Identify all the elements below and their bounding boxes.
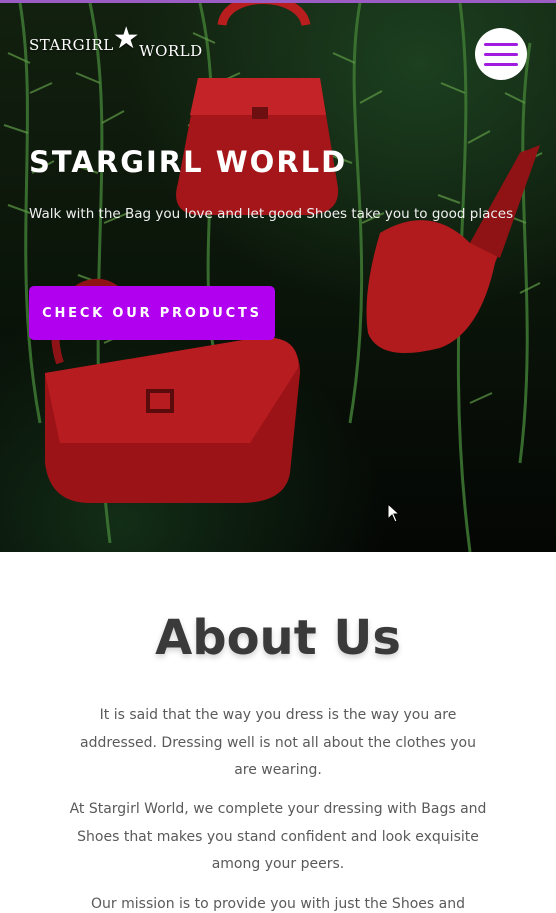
hero-section: STARGIRL ★ WORLD STARGIRL WORLD Walk wit… <box>0 3 556 552</box>
about-section: About Us It is said that the way you dre… <box>0 552 556 913</box>
about-title: About Us <box>155 610 401 666</box>
check-products-button[interactable]: CHECK OUR PRODUCTS <box>29 286 275 340</box>
mouse-cursor-icon <box>387 503 401 523</box>
hamburger-icon-line <box>484 52 518 56</box>
hero-background-image <box>3 3 543 552</box>
about-paragraph: At Stargirl World, we complete your dres… <box>69 801 487 872</box>
hamburger-icon <box>484 42 518 46</box>
brand-logo-text-left: STARGIRL <box>29 35 114 54</box>
hamburger-menu-button[interactable] <box>475 28 527 80</box>
hamburger-icon-line <box>484 62 518 66</box>
star-icon: ★ <box>112 21 141 56</box>
about-paragraph: It is said that the way you dress is the… <box>80 707 476 778</box>
hero-tagline: Walk with the Bag you love and let good … <box>29 206 514 222</box>
hero-title: STARGIRL WORLD <box>29 145 348 179</box>
about-paragraph: Our mission is to provide you with just … <box>91 896 465 912</box>
brand-logo[interactable]: STARGIRL ★ WORLD <box>29 21 203 62</box>
brand-logo-text-right: WORLD <box>139 41 203 60</box>
